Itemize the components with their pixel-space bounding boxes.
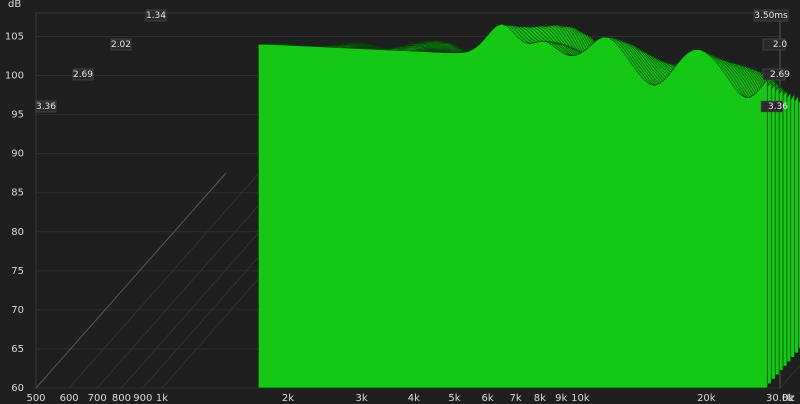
x-tick-label: 500 <box>26 393 45 404</box>
y-tick-label: 105 <box>5 31 24 42</box>
time-label: 2.69 <box>770 70 790 80</box>
x-tick-label: 1k <box>156 393 168 404</box>
x-tick-label: 8k <box>534 393 546 404</box>
x-tick-label: 10k <box>571 393 590 404</box>
depth-gridline <box>68 172 260 389</box>
x-tick-label: 2k <box>282 393 294 404</box>
time-label: 3.36 <box>768 102 788 112</box>
time-label: 3.36 <box>36 102 56 112</box>
waterfall-slices <box>258 23 800 389</box>
y-tick-label: 100 <box>5 71 24 82</box>
x-tick-label: 20k <box>697 393 716 404</box>
waterfall-slice <box>258 23 768 389</box>
waterfall-plot: 60 65 70 75 80 85 90 95 100 105 dB 500 600 700 800 900 1… <box>5 0 800 404</box>
y-tick-label: 60 <box>11 383 24 394</box>
x-tick-label: 9k <box>555 393 567 404</box>
time-label: 2.69 <box>73 70 93 80</box>
y-tick-label: 80 <box>11 227 24 238</box>
x-tick-label: 6k <box>481 393 493 404</box>
x-unit-label: Hz <box>782 393 795 404</box>
x-tick-label: 600 <box>60 393 79 404</box>
y-tick-label: 95 <box>11 110 24 121</box>
y-unit-label: dB <box>8 0 21 10</box>
y-tick-label: 70 <box>11 305 24 316</box>
y-tick-label: 85 <box>11 188 24 199</box>
x-tick-label: 800 <box>112 393 131 404</box>
time-label: 1.34 <box>146 11 166 21</box>
x-tick-label: 7k <box>509 393 521 404</box>
time-label: 2.02 <box>111 40 131 50</box>
time-axis-left <box>35 172 227 389</box>
y-tick-label: 65 <box>11 344 24 355</box>
x-tick-label: 700 <box>88 393 107 404</box>
x-tick-label: 5k <box>448 393 460 404</box>
y-tick-label: 90 <box>11 149 24 160</box>
x-tick-label: 900 <box>133 393 152 404</box>
y-tick-label: 75 <box>11 266 24 277</box>
x-tick-label: 4k <box>408 393 420 404</box>
time-label: 3.50ms <box>754 11 788 21</box>
waterfall-chart: 60 65 70 75 80 85 90 95 100 105 dB 500 600 700 800 900 1… <box>0 0 800 404</box>
x-tick-label: 3k <box>356 393 368 404</box>
time-label: 2.0 <box>773 40 788 50</box>
